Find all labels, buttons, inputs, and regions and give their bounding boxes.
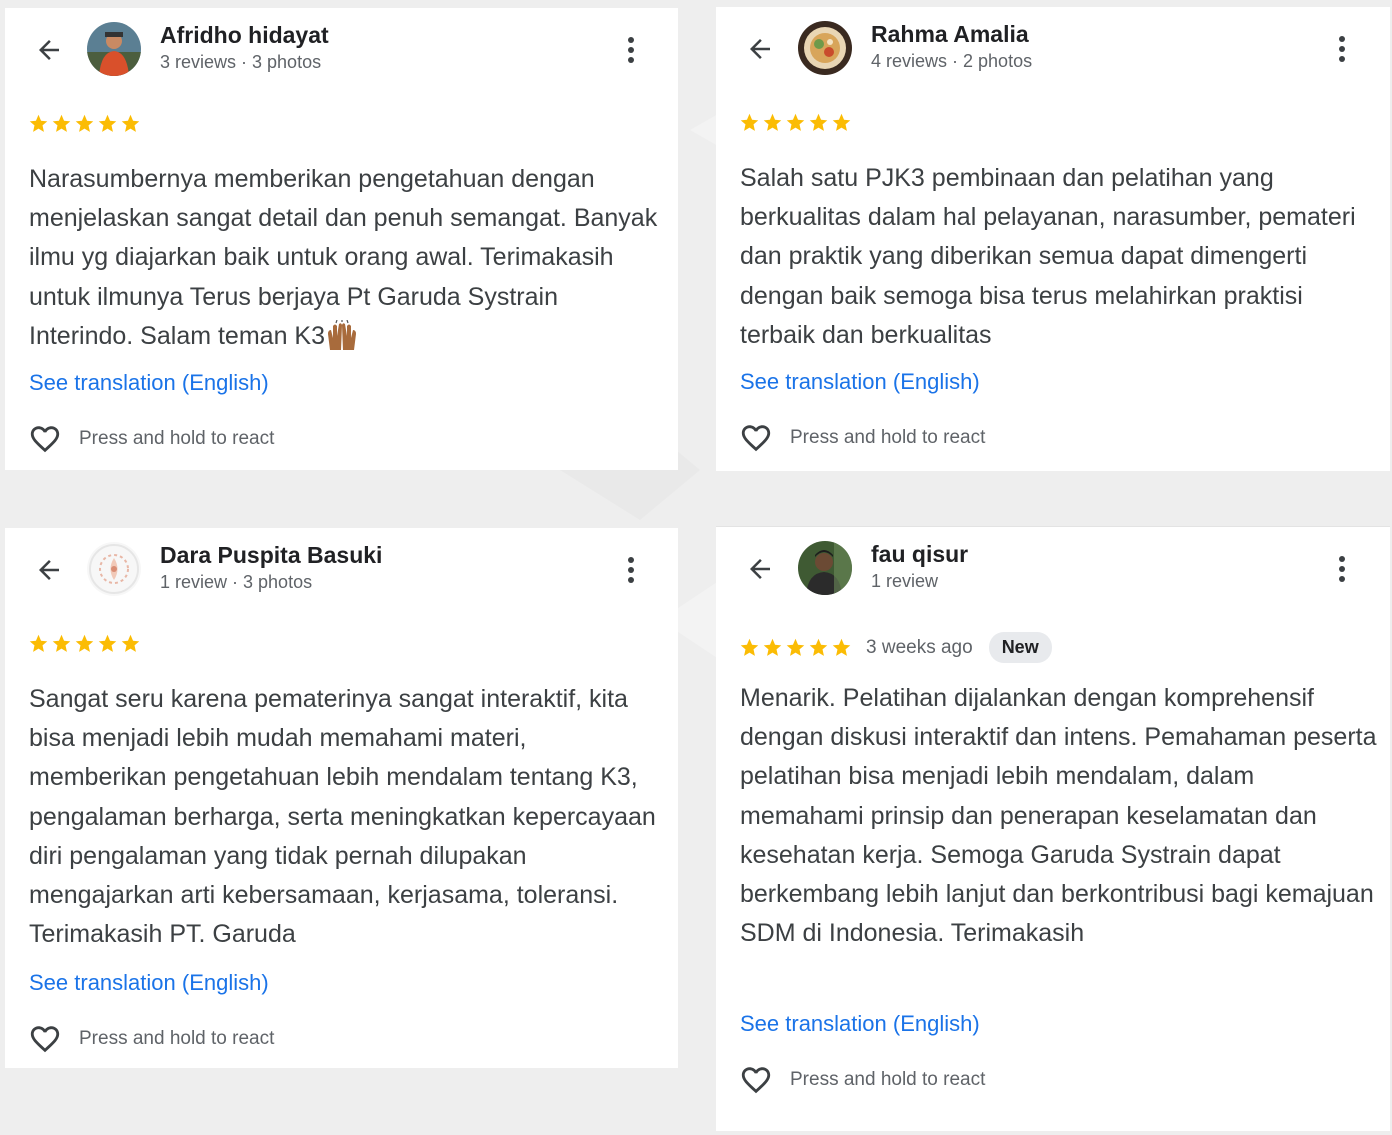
arrow-back-icon — [750, 559, 770, 579]
star-icon — [763, 638, 782, 656]
star-rating — [28, 113, 141, 134]
review-text: Narasumbernya memberikan pengetahuan den… — [29, 160, 669, 356]
reviewer-meta: 1 review · 3 photos — [160, 572, 313, 592]
star-icon — [740, 638, 759, 656]
avatar[interactable] — [87, 22, 141, 76]
review-card: Dara Puspita Basuki 1 review · 3 photos … — [5, 528, 678, 1068]
see-translation-link[interactable]: See translation (English) — [29, 370, 269, 396]
arrow-back-icon — [750, 39, 770, 59]
star-icon — [763, 113, 782, 131]
star-icon — [52, 634, 71, 652]
star-icon — [809, 638, 828, 656]
reviewer-name[interactable]: Rahma Amalia — [871, 21, 1029, 48]
star-icon — [740, 113, 759, 131]
star-icon — [832, 113, 851, 131]
star-icon — [121, 114, 140, 132]
review-date: 3 weeks ago — [866, 636, 973, 658]
review-card: Rahma Amalia 4 reviews · 2 photos Salah … — [716, 7, 1390, 471]
reviewer-meta: 3 reviews · 3 photos — [160, 52, 322, 72]
react-label: Press and hold to react — [790, 427, 986, 448]
more-vert-icon — [1339, 556, 1345, 582]
heart-outline-icon — [741, 425, 771, 452]
reviewer-name[interactable]: fau qisur — [871, 541, 968, 568]
heart-outline-icon — [30, 1026, 60, 1053]
more-vert-icon — [1339, 36, 1345, 62]
avatar[interactable] — [798, 21, 852, 75]
star-icon — [786, 113, 805, 131]
react-label: Press and hold to react — [79, 428, 275, 449]
more-vert-icon — [628, 557, 634, 583]
arrow-back-icon — [39, 40, 59, 60]
star-rating: 3 weeks ago New — [739, 632, 1052, 663]
heart-outline-icon — [741, 1067, 771, 1094]
react-label: Press and hold to react — [79, 1028, 275, 1049]
react-button[interactable]: Press and hold to react — [738, 421, 985, 455]
star-icon — [98, 114, 117, 132]
review-text: Salah satu PJK3 pembinaan dan pelatihan … — [740, 164, 1356, 349]
reviewer-meta: 4 reviews · 2 photos — [871, 51, 1033, 71]
reviewer-name[interactable]: Dara Puspita Basuki — [160, 542, 382, 569]
react-button[interactable]: Press and hold to react — [738, 1063, 985, 1097]
star-icon — [121, 634, 140, 652]
back-button[interactable] — [31, 32, 67, 68]
raising-hands-emoji — [328, 319, 356, 350]
star-icon — [809, 113, 828, 131]
review-card: fau qisur 1 review 3 weeks ago New Menar… — [716, 526, 1390, 1131]
star-icon — [75, 634, 94, 652]
back-button[interactable] — [31, 552, 67, 588]
star-icon — [832, 638, 851, 656]
new-badge: New — [988, 632, 1052, 663]
arrow-back-icon — [39, 560, 59, 580]
more-options-button[interactable] — [1327, 551, 1357, 587]
reviewer-meta: 1 review — [871, 571, 939, 591]
star-icon — [786, 638, 805, 656]
more-options-button[interactable] — [616, 552, 646, 588]
avatar[interactable] — [87, 542, 141, 596]
react-button[interactable]: Press and hold to react — [27, 1022, 274, 1056]
review-text: Menarik. Pelatihan dijalankan dengan kom… — [740, 684, 1377, 948]
more-vert-icon — [628, 37, 634, 63]
heart-outline-icon — [30, 426, 60, 453]
more-options-button[interactable] — [1327, 31, 1357, 67]
star-icon — [75, 114, 94, 132]
star-icon — [29, 114, 48, 132]
review-text: Sangat seru karena pematerinya sangat in… — [29, 685, 656, 949]
star-icon — [29, 634, 48, 652]
avatar[interactable] — [798, 541, 852, 595]
see-translation-link[interactable]: See translation (English) — [740, 1011, 980, 1037]
star-icon — [52, 114, 71, 132]
review-card: Afridho hidayat 3 reviews · 3 photos Nar… — [5, 8, 678, 470]
see-translation-link[interactable]: See translation (English) — [29, 970, 269, 996]
react-label: Press and hold to react — [790, 1069, 986, 1090]
back-button[interactable] — [742, 551, 778, 587]
star-rating — [28, 633, 141, 654]
back-button[interactable] — [742, 31, 778, 67]
reviewer-name[interactable]: Afridho hidayat — [160, 22, 329, 49]
more-options-button[interactable] — [616, 32, 646, 68]
star-icon — [98, 634, 117, 652]
star-rating — [739, 112, 852, 133]
see-translation-link[interactable]: See translation (English) — [740, 369, 980, 395]
react-button[interactable]: Press and hold to react — [27, 422, 274, 456]
